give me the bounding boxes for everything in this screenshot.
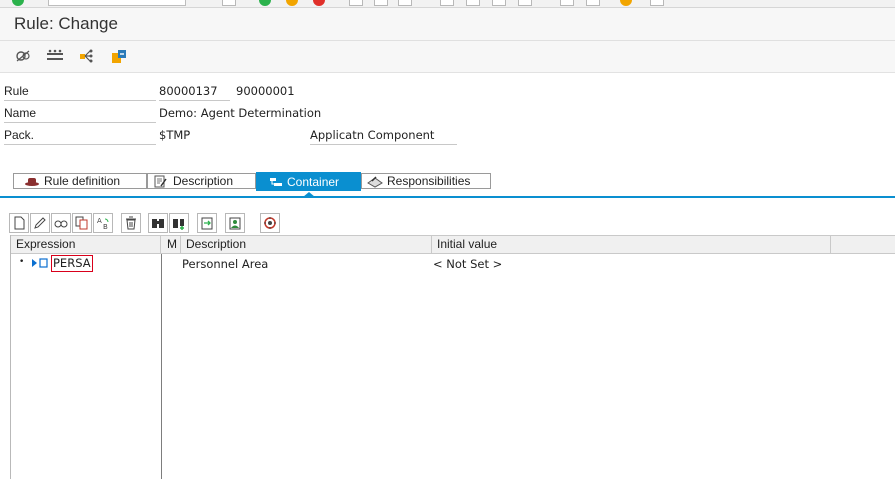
application-toolbar [0, 41, 895, 73]
previous-page-icon[interactable] [466, 0, 480, 6]
row-initial-value: < Not Set > [433, 257, 503, 271]
expand-triangle-icon[interactable] [31, 257, 49, 272]
column-header-m[interactable]: M [161, 236, 181, 253]
tree-item-persa[interactable]: PERSA [51, 255, 93, 272]
rule-label: Rule [4, 83, 156, 101]
tab-description[interactable]: Description [147, 173, 256, 189]
back-icon[interactable] [259, 0, 271, 6]
rename-icon[interactable]: AB [93, 213, 113, 233]
new-session-icon[interactable] [560, 0, 574, 6]
tab-rule-definition[interactable]: Rule definition [13, 173, 147, 189]
column-header-initial-value[interactable]: Initial value [432, 236, 831, 253]
grid-splitter[interactable] [161, 254, 162, 479]
transport-icon[interactable] [109, 46, 129, 66]
active-tab-indicator [303, 192, 315, 197]
name-label: Name [4, 105, 156, 123]
document-pencil-icon [153, 175, 169, 187]
container-grid: Expression M Description Initial value •… [10, 235, 895, 479]
title-bar: Rule: Change [0, 8, 895, 41]
command-field[interactable] [48, 0, 186, 6]
hat-icon [24, 175, 40, 187]
rule-id-field[interactable]: 80000137 [159, 83, 230, 101]
column-header-description[interactable]: Description [181, 236, 432, 253]
tree-dot: • [19, 257, 25, 267]
save-icon[interactable] [222, 0, 236, 6]
print-icon[interactable] [349, 0, 363, 6]
package-value: $TMP [159, 128, 191, 142]
row-description: Personnel Area [182, 257, 269, 271]
system-toolbar [0, 0, 895, 8]
edit-icon[interactable] [30, 213, 50, 233]
tab-strip-underline [0, 196, 895, 198]
tab-label: Container [287, 174, 340, 189]
responsibilities-icon [367, 175, 383, 188]
name-value: Demo: Agent Determination [159, 106, 322, 120]
container-icon [268, 176, 284, 188]
shortcut-icon[interactable] [586, 0, 600, 6]
package-label: Pack. [4, 127, 156, 145]
tab-container[interactable]: Container [256, 172, 361, 191]
create-icon[interactable] [9, 213, 29, 233]
hierarchy-icon[interactable] [77, 46, 97, 66]
layout-icon[interactable] [650, 0, 664, 6]
bindings-icon[interactable] [260, 213, 280, 233]
import-icon[interactable] [197, 213, 217, 233]
tab-label: Rule definition [44, 174, 121, 188]
find-icon[interactable] [148, 213, 168, 233]
first-page-icon[interactable] [440, 0, 454, 6]
structure-icon[interactable] [45, 46, 65, 66]
svg-text:A: A [97, 217, 102, 225]
find-next-icon[interactable] [398, 0, 412, 6]
delete-icon[interactable] [121, 213, 141, 233]
tab-label: Responsibilities [387, 174, 471, 188]
help-icon[interactable] [620, 0, 632, 6]
rule-id-secondary: 90000001 [236, 84, 295, 98]
display-icon[interactable] [51, 213, 71, 233]
application-component-label: Applicatn Component [310, 127, 457, 145]
find-icon[interactable] [374, 0, 388, 6]
page-title: Rule: Change [14, 14, 118, 33]
user-icon[interactable] [225, 213, 245, 233]
copy-icon[interactable] [72, 213, 92, 233]
exit-icon[interactable] [286, 0, 298, 6]
find-next-icon[interactable] [169, 213, 189, 233]
last-page-icon[interactable] [518, 0, 532, 6]
column-header-expression[interactable]: Expression [11, 236, 161, 253]
svg-text:B: B [103, 223, 108, 230]
grid-header: Expression M Description Initial value [11, 235, 895, 254]
display-change-icon[interactable] [13, 46, 33, 66]
tab-responsibilities[interactable]: Responsibilities [361, 173, 491, 189]
next-page-icon[interactable] [492, 0, 506, 6]
enter-icon[interactable] [12, 0, 24, 6]
tab-label: Description [173, 174, 234, 188]
cancel-icon[interactable] [313, 0, 325, 6]
